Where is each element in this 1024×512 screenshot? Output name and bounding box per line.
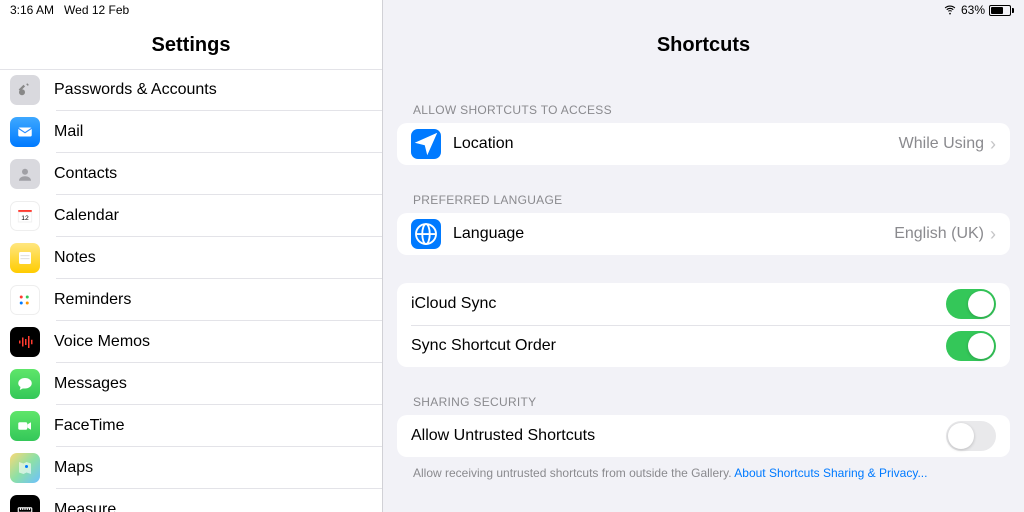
battery-icon bbox=[989, 5, 1014, 16]
sidebar-item-label: Reminders bbox=[54, 291, 131, 309]
footer-text: Allow receiving untrusted shortcuts from… bbox=[413, 466, 734, 480]
wifi-icon bbox=[943, 2, 957, 19]
calendar-icon: 12 bbox=[10, 201, 40, 231]
sidebar-item-label: Maps bbox=[54, 459, 93, 477]
sidebar-item-measure[interactable]: Measure bbox=[0, 489, 382, 512]
key-icon bbox=[10, 75, 40, 105]
sidebar-item-passwords-accounts[interactable]: Passwords & Accounts bbox=[0, 69, 382, 111]
sidebar-item-mail[interactable]: Mail bbox=[0, 111, 382, 153]
envelope-icon bbox=[10, 117, 40, 147]
row-label: Language bbox=[453, 225, 894, 243]
row-label: iCloud Sync bbox=[411, 295, 946, 313]
status-time: 3:16 AM bbox=[10, 3, 54, 17]
map-icon bbox=[10, 453, 40, 483]
row-icloud-sync: iCloud Sync bbox=[397, 283, 1010, 325]
section-header-access: Allow Shortcuts to Access bbox=[383, 75, 1024, 123]
sync-order-toggle[interactable] bbox=[946, 331, 996, 361]
row-untrusted-shortcuts: Allow Untrusted Shortcuts bbox=[397, 415, 1010, 457]
sidebar-item-voice-memos[interactable]: Voice Memos bbox=[0, 321, 382, 363]
sidebar-item-notes[interactable]: Notes bbox=[0, 237, 382, 279]
icloud-sync-toggle[interactable] bbox=[946, 289, 996, 319]
row-language[interactable]: Language English (UK) › bbox=[397, 213, 1010, 255]
section-header-security: Sharing Security bbox=[383, 367, 1024, 415]
row-value: While Using bbox=[899, 135, 984, 153]
sidebar-item-label: Calendar bbox=[54, 207, 119, 225]
svg-text:12: 12 bbox=[21, 215, 29, 222]
sidebar-item-label: Voice Memos bbox=[54, 333, 150, 351]
sidebar-item-maps[interactable]: Maps bbox=[0, 447, 382, 489]
row-label: Allow Untrusted Shortcuts bbox=[411, 427, 946, 445]
sidebar-item-label: Passwords & Accounts bbox=[54, 81, 217, 99]
status-date: Wed 12 Feb bbox=[64, 3, 129, 17]
location-arrow-icon bbox=[411, 129, 441, 159]
sidebar-item-calendar[interactable]: 12 Calendar bbox=[0, 195, 382, 237]
waveform-icon bbox=[10, 327, 40, 357]
sidebar-item-label: FaceTime bbox=[54, 417, 125, 435]
sidebar-item-contacts[interactable]: Contacts bbox=[0, 153, 382, 195]
person-icon bbox=[10, 159, 40, 189]
row-label: Sync Shortcut Order bbox=[411, 337, 946, 355]
sidebar-item-reminders[interactable]: Reminders bbox=[0, 279, 382, 321]
battery-percent: 63% bbox=[961, 3, 985, 17]
row-value: English (UK) bbox=[894, 225, 984, 243]
message-bubble-icon bbox=[10, 369, 40, 399]
untrusted-toggle[interactable] bbox=[946, 421, 996, 451]
sidebar-item-label: Notes bbox=[54, 249, 96, 267]
row-location[interactable]: Location While Using › bbox=[397, 123, 1010, 165]
section-header-language: Preferred Language bbox=[383, 165, 1024, 213]
sidebar-item-label: Mail bbox=[54, 123, 83, 141]
sidebar-item-label: Measure bbox=[54, 501, 116, 512]
notes-icon bbox=[10, 243, 40, 273]
about-sharing-privacy-link[interactable]: About Shortcuts Sharing & Privacy... bbox=[734, 466, 927, 480]
detail-pane: Shortcuts Allow Shortcuts to Access Loca… bbox=[383, 0, 1024, 512]
status-bar: 3:16 AM Wed 12 Feb 63% bbox=[0, 0, 1024, 20]
sidebar-item-label: Messages bbox=[54, 375, 127, 393]
row-label: Location bbox=[453, 135, 899, 153]
chevron-right-icon: › bbox=[990, 134, 996, 155]
chevron-right-icon: › bbox=[990, 224, 996, 245]
sidebar-item-messages[interactable]: Messages bbox=[0, 363, 382, 405]
globe-icon bbox=[411, 219, 441, 249]
footer-description: Allow receiving untrusted shortcuts from… bbox=[383, 457, 1024, 490]
video-icon bbox=[10, 411, 40, 441]
sidebar-item-label: Contacts bbox=[54, 165, 117, 183]
settings-sidebar: Settings Passwords & Accounts Mail Conta… bbox=[0, 0, 383, 512]
ruler-icon bbox=[10, 495, 40, 512]
row-sync-order: Sync Shortcut Order bbox=[397, 325, 1010, 367]
reminders-icon bbox=[10, 285, 40, 315]
sidebar-item-facetime[interactable]: FaceTime bbox=[0, 405, 382, 447]
